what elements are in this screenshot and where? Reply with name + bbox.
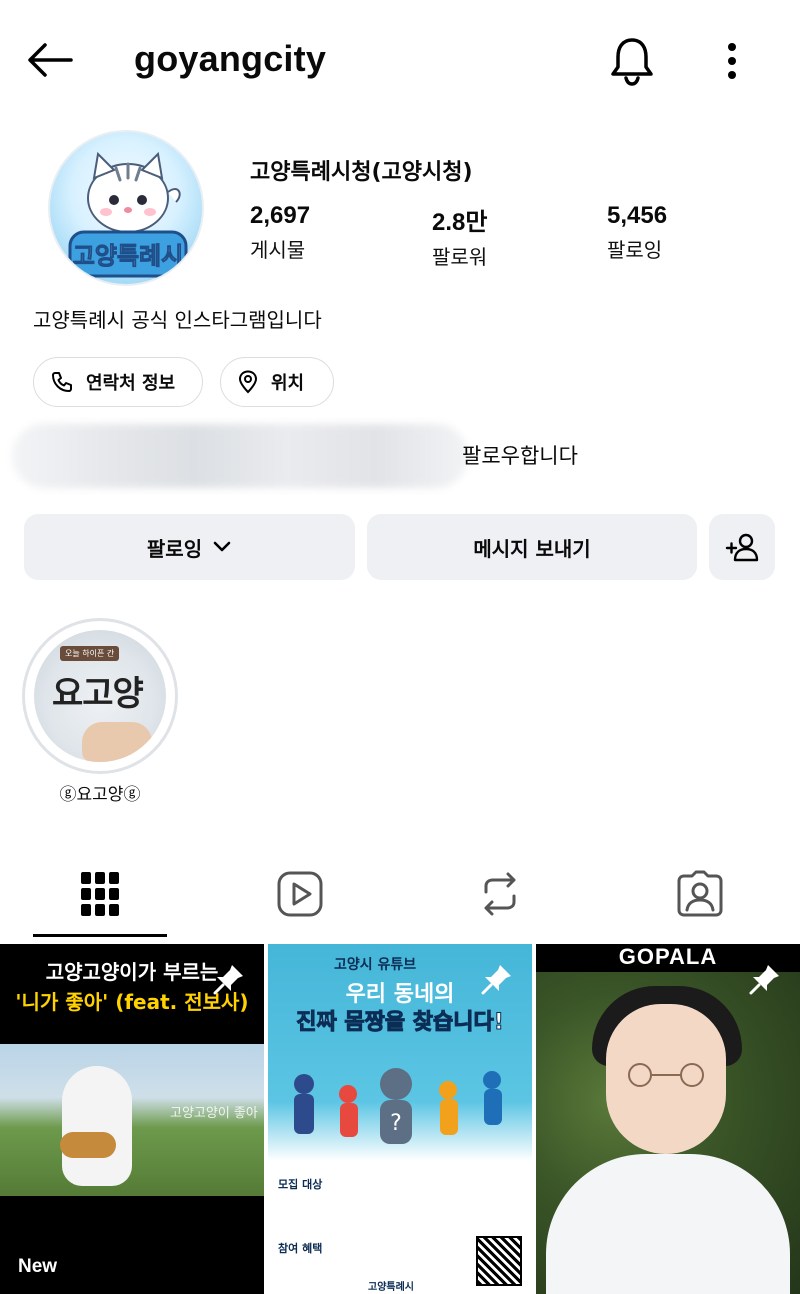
highlight-cover-text: 요고양 <box>52 674 144 714</box>
profile-avatar[interactable]: 고양특례시 <box>48 130 204 286</box>
post-tile[interactable]: 고양시 유튜브 우리 동네의 진짜 몸짱을 찾습니다! ? 모집 대상 참여 혜… <box>268 944 532 1294</box>
stat-posts[interactable]: 2,697 게시물 <box>250 202 310 263</box>
followed-by-blurred[interactable] <box>12 424 468 488</box>
pin-icon <box>213 965 243 995</box>
stat-posts-count: 2,697 <box>250 202 311 229</box>
profile-username: goyangcity <box>134 38 327 79</box>
post-title-line2: 진짜 몸짱을 찾습니다! <box>296 1010 505 1036</box>
location-label: 위치 <box>271 373 305 394</box>
reels-icon <box>277 871 323 917</box>
following-button[interactable]: 팔로잉 <box>24 514 355 580</box>
back-button[interactable] <box>22 36 78 84</box>
more-vertical-icon <box>728 43 736 79</box>
new-badge: New <box>286 1256 326 1277</box>
new-badge: New <box>18 1256 58 1277</box>
message-button[interactable]: 메시지 보내기 <box>367 514 697 580</box>
followed-by-text: 팔로우합니다 <box>462 444 578 468</box>
add-user-icon <box>725 533 759 562</box>
post-section-label: 참여 혜택 <box>278 1242 323 1255</box>
following-button-label: 팔로잉 <box>146 536 203 561</box>
pin-icon <box>481 965 511 995</box>
guitar-image <box>60 1132 116 1158</box>
active-tab-indicator <box>33 934 167 937</box>
highlight-cover: 오늘 하이픈 간 요고양 <box>34 630 166 762</box>
highlight-cover-tag: 오늘 하이픈 간 <box>60 646 120 661</box>
post-footer-text: 고양특례시 <box>368 1282 414 1293</box>
highlight-label: ⓖ요고양ⓖ <box>59 785 141 805</box>
mascot-cat-logo: 고양특례시 <box>68 151 188 278</box>
illustration-people: ? <box>294 1068 502 1144</box>
stat-followers-count: 2.8만 <box>432 209 488 236</box>
pin-icon <box>749 965 779 995</box>
post-tile[interactable]: GOPALA <box>536 944 800 1294</box>
tab-reposts[interactable] <box>400 850 600 938</box>
highlight-hand-image <box>82 722 152 762</box>
chevron-down-icon <box>213 541 231 552</box>
location-button[interactable]: 위치 <box>220 357 334 407</box>
notifications-button[interactable] <box>604 34 660 88</box>
phone-icon <box>52 372 72 392</box>
stat-posts-label: 게시물 <box>250 238 306 262</box>
stat-following-label: 팔로잉 <box>607 238 663 262</box>
grid-icon <box>81 872 119 916</box>
contact-info-label: 연락처 정보 <box>86 373 176 394</box>
qr-code-image <box>476 1236 522 1286</box>
tagged-icon <box>677 870 723 917</box>
story-highlight[interactable]: 오늘 하이픈 간 요고양 <box>22 618 178 774</box>
location-pin-icon <box>238 370 258 394</box>
glasses-image <box>628 1063 704 1087</box>
profile-bio: 고양특례시 공식 인스타그램입니다 <box>33 308 322 332</box>
post-header-text: 고양시 유튜브 <box>334 957 417 973</box>
stat-following-count: 5,456 <box>607 202 668 229</box>
post-section-label: 모집 대상 <box>278 1178 323 1191</box>
contact-info-button[interactable]: 연락처 정보 <box>33 357 203 407</box>
tab-posts-grid[interactable] <box>0 850 200 938</box>
tab-reels[interactable] <box>200 850 400 938</box>
suggested-users-button[interactable] <box>709 514 775 580</box>
stat-followers[interactable]: 2.8만 팔로워 <box>432 202 487 270</box>
back-arrow-icon <box>28 43 73 77</box>
post-photo-caption: 고양고양이 좋아 <box>170 1106 258 1121</box>
top-bar: goyangcity <box>0 0 800 120</box>
reposts-icon <box>484 872 516 916</box>
more-options-button[interactable] <box>712 34 752 88</box>
bell-icon <box>611 38 653 86</box>
profile-display-name: 고양특례시청(고양시청) <box>250 160 473 185</box>
stat-followers-label: 팔로워 <box>432 245 488 269</box>
svg-text:?: ? <box>390 1111 402 1136</box>
stat-following[interactable]: 5,456 팔로잉 <box>607 202 667 263</box>
message-button-label: 메시지 보내기 <box>473 536 591 561</box>
tab-tagged[interactable] <box>600 850 800 938</box>
mascot-image <box>62 1066 132 1186</box>
avatar-logo-text: 고양특례시 <box>73 242 183 270</box>
post-tile[interactable]: 고양고양이가 부르는 '니가 좋아' (feat. 전보사) 고양고양이 좋아 … <box>0 944 264 1294</box>
